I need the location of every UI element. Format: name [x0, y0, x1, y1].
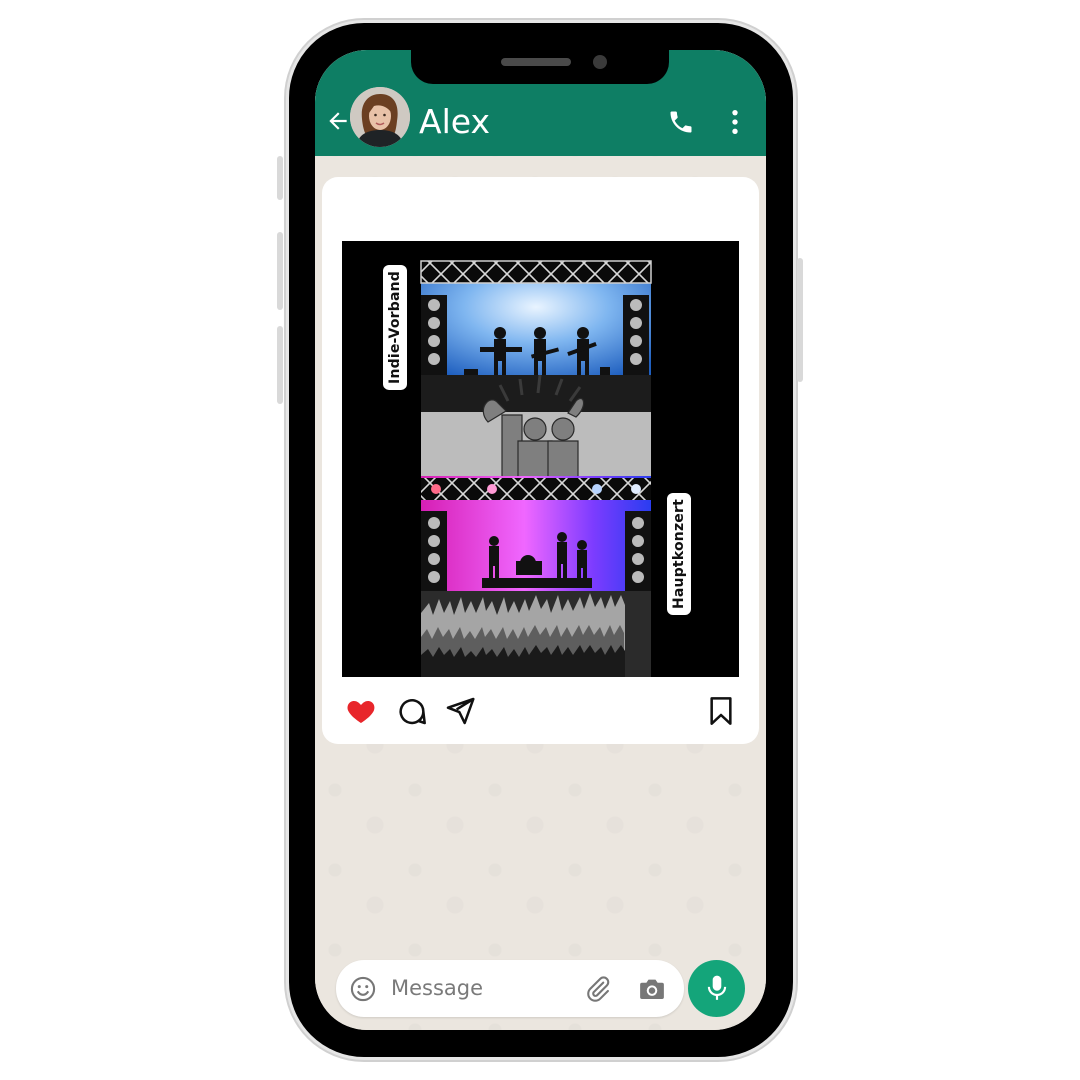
volume-down-button — [277, 326, 283, 404]
bookmark-icon[interactable] — [705, 695, 737, 727]
avatar-photo — [350, 87, 410, 147]
paperclip-icon[interactable] — [584, 975, 612, 1003]
heart-icon[interactable] — [345, 695, 377, 727]
phone-screen: Alex Indie-Vorband Hauptkonzert Message — [315, 50, 766, 1030]
earpiece-speaker — [501, 58, 571, 66]
power-button — [797, 258, 803, 382]
shared-post-card[interactable]: Indie-Vorband Hauptkonzert — [322, 177, 759, 744]
smiley-icon[interactable] — [349, 975, 377, 1003]
post-actions — [322, 689, 759, 729]
label-hauptkonzert: Hauptkonzert — [667, 493, 691, 616]
front-camera — [593, 55, 607, 69]
avatar[interactable] — [350, 87, 410, 147]
mic-button[interactable] — [688, 960, 745, 1017]
volume-up-button — [277, 232, 283, 310]
phone-icon[interactable] — [667, 108, 695, 136]
mute-switch — [277, 156, 283, 200]
arrow-left-icon[interactable] — [325, 108, 351, 134]
contact-name[interactable]: Alex — [419, 102, 490, 141]
message-composer[interactable]: Message — [336, 960, 684, 1017]
message-input[interactable]: Message — [391, 976, 483, 1000]
comment-icon[interactable] — [396, 695, 428, 727]
microphone-icon — [707, 975, 727, 1000]
phone-notch — [411, 48, 669, 84]
camera-icon[interactable] — [637, 974, 667, 1004]
more-vertical-icon[interactable] — [729, 108, 741, 136]
post-image[interactable]: Indie-Vorband Hauptkonzert — [342, 241, 739, 677]
send-icon[interactable] — [444, 695, 476, 727]
label-indie-vorband: Indie-Vorband — [383, 265, 407, 390]
